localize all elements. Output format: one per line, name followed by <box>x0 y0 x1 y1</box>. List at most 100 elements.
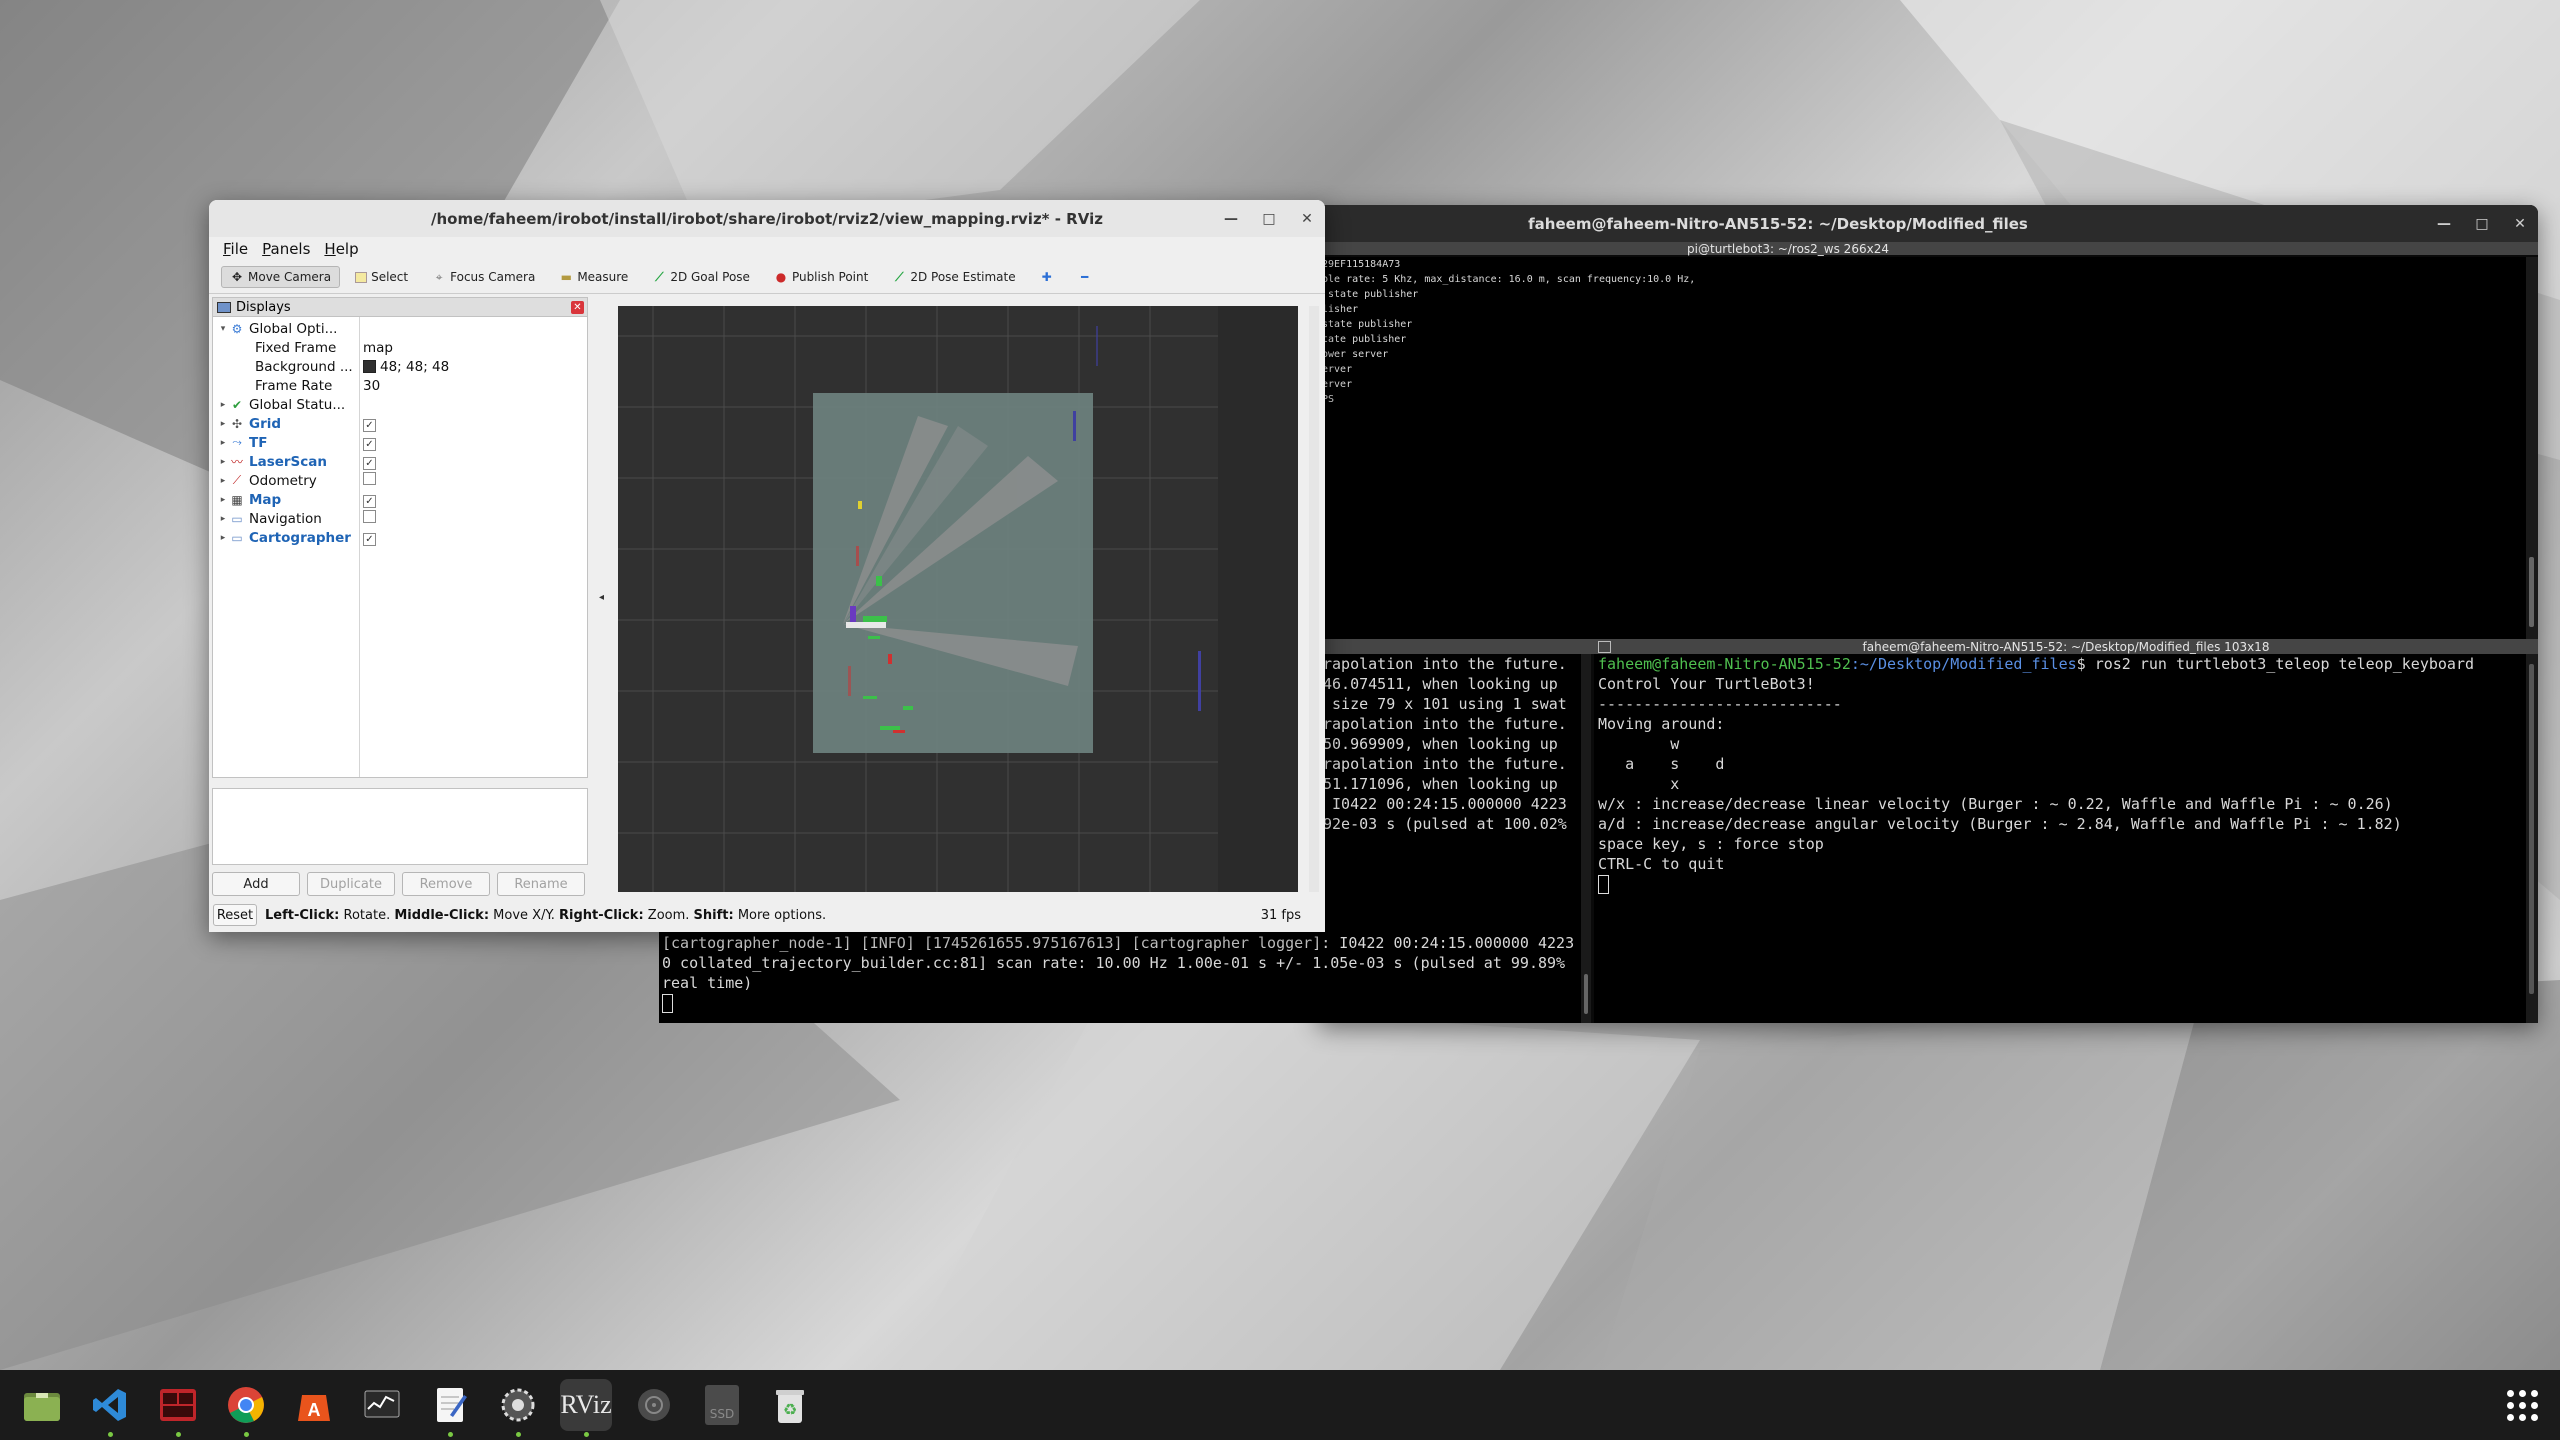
expand-right-icon[interactable]: ▸ <box>217 457 229 467</box>
log-pane[interactable]: [cartographer_node-1] [INFO] [1745261655… <box>659 927 1576 1023</box>
ssd-icon[interactable]: SSD <box>696 1379 748 1431</box>
display-buttons: Add Duplicate Remove Rename <box>212 872 588 896</box>
display-row[interactable]: ▸ ⟋ Odometry <box>213 471 585 490</box>
display-row[interactable]: ▸ ▭ Cartographer ✓ <box>213 528 585 547</box>
displays-tree[interactable]: ▾ ⚙ Global Opti... Fixed Frame map Background… <box>212 316 588 778</box>
minimize-icon[interactable]: — <box>1223 211 1239 227</box>
display-row[interactable]: Fixed Frame map <box>213 338 585 357</box>
pose-estimate-label: 2D Pose Estimate <box>910 270 1016 284</box>
chrome-icon[interactable] <box>220 1379 272 1437</box>
collapse-left-arrow-icon[interactable]: ◂ <box>599 592 604 603</box>
viewport-scrollbar[interactable] <box>1309 306 1319 892</box>
enable-checkbox[interactable]: ✓ <box>363 454 376 470</box>
top-pane-scrollbar[interactable] <box>2526 257 2538 639</box>
menu-panels[interactable]: Panels <box>262 240 310 258</box>
checkbox[interactable]: ✓ <box>363 456 376 470</box>
pose-estimate-tool[interactable]: ⟋ 2D Pose Estimate <box>883 266 1024 289</box>
display-value[interactable]: map <box>363 340 393 356</box>
move-camera-tool[interactable]: ✥ Move Camera <box>221 266 341 288</box>
display-row[interactable]: ▸ ▦ Map ✓ <box>213 490 585 509</box>
reset-button[interactable]: Reset <box>213 904 257 926</box>
left-pane-scrollbar[interactable] <box>1581 654 1591 1023</box>
rviz-icon[interactable]: RViz <box>560 1379 612 1437</box>
duplicate-display-button[interactable]: Duplicate <box>307 872 395 896</box>
maximize-icon[interactable]: □ <box>2474 216 2490 232</box>
checkbox[interactable]: ✓ <box>363 494 376 508</box>
checkbox[interactable]: ✓ <box>363 532 376 546</box>
right-pane-scrollbar[interactable] <box>2526 654 2538 1023</box>
taskbar: A RViz SSD ♻ <box>0 1370 2560 1440</box>
menu-help[interactable]: Help <box>324 240 358 258</box>
expand-right-icon[interactable]: ▸ <box>217 533 229 543</box>
settings-icon[interactable] <box>492 1379 544 1437</box>
terminal-top-pane[interactable]: 29EF115184A73 ple rate: 5 Khz, max_distan… <box>1318 257 2530 639</box>
expand-right-icon[interactable]: ▸ <box>217 419 229 429</box>
display-value[interactable]: 48; 48; 48 <box>363 359 449 375</box>
display-row[interactable]: Background ... 48; 48; 48 <box>213 357 585 376</box>
rviz-window[interactable]: /home/faheem/irobot/install/irobot/share… <box>209 200 1325 932</box>
expand-right-icon[interactable]: ▸ <box>217 476 229 486</box>
measure-tool[interactable]: ▬ Measure <box>550 266 637 288</box>
system-monitor-icon[interactable] <box>356 1379 408 1431</box>
checkbox[interactable]: ✓ <box>363 437 376 451</box>
enable-checkbox[interactable]: ✓ <box>363 435 376 451</box>
enable-checkbox[interactable]: ✓ <box>363 492 376 508</box>
display-row[interactable]: Frame Rate 30 <box>213 376 585 395</box>
text-editor-icon[interactable] <box>424 1379 476 1437</box>
display-row[interactable]: ▸ ✣ Grid ✓ <box>213 414 585 433</box>
enable-checkbox[interactable] <box>363 472 376 489</box>
expand-down-icon[interactable]: ▾ <box>217 324 229 334</box>
maximize-icon[interactable]: □ <box>1261 211 1277 227</box>
enable-checkbox[interactable]: ✓ <box>363 416 376 432</box>
3d-viewport[interactable] <box>618 306 1298 892</box>
close-panel-icon[interactable]: ✕ <box>571 300 584 314</box>
vscode-icon[interactable] <box>84 1379 136 1437</box>
map-pin-icon: ● <box>775 270 787 284</box>
files-icon[interactable] <box>16 1379 68 1431</box>
display-value[interactable]: 30 <box>363 378 380 394</box>
display-row[interactable]: ▾ ⚙ Global Opti... <box>213 319 585 338</box>
close-icon[interactable]: ✕ <box>1299 211 1315 227</box>
checkbox[interactable]: ✓ <box>363 418 376 432</box>
right-pane-cursor-line <box>1598 874 2528 894</box>
rviz-titlebar[interactable]: /home/faheem/irobot/install/irobot/share… <box>209 200 1325 237</box>
terminal-right-pane[interactable]: faheem@faheem-Nitro-AN515-52:~/Desktop/M… <box>1594 654 2528 1023</box>
expand-right-icon[interactable]: ▸ <box>217 400 229 410</box>
terminator-icon[interactable] <box>152 1379 204 1437</box>
top-pane-line: lisher <box>1322 304 1359 315</box>
disk-icon[interactable] <box>628 1379 680 1431</box>
close-icon[interactable]: ✕ <box>2512 216 2528 232</box>
trash-icon[interactable]: ♻ <box>764 1379 816 1431</box>
remove-display-button[interactable]: Remove <box>402 872 490 896</box>
show-apps-grid-icon[interactable] <box>2507 1390 2538 1421</box>
expand-right-icon[interactable]: ▸ <box>217 495 229 505</box>
display-row[interactable]: ▸ ▭ Navigation <box>213 509 585 528</box>
menu-file[interactable]: File <box>223 240 248 258</box>
display-label: Grid <box>249 415 282 432</box>
select-tool[interactable]: Select <box>346 266 417 288</box>
expand-right-icon[interactable]: ▸ <box>217 514 229 524</box>
publish-point-tool[interactable]: ● Publish Point <box>765 266 877 288</box>
focus-camera-tool[interactable]: ⌖ Focus Camera <box>423 266 544 289</box>
display-row[interactable]: ▸ 〰 LaserScan ✓ <box>213 452 585 471</box>
enable-checkbox[interactable] <box>363 510 376 527</box>
goal-pose-tool[interactable]: ⟋ 2D Goal Pose <box>643 266 759 289</box>
remove-tool-button[interactable]: ━ <box>1069 266 1101 288</box>
goal-arrow-icon: ⟋ <box>655 269 664 284</box>
checkbox[interactable] <box>363 472 376 485</box>
display-row[interactable]: ▸ ⤳ TF ✓ <box>213 433 585 452</box>
display-row[interactable]: ▸ ✔ Global Statu... <box>213 395 585 414</box>
terminal-titlebar[interactable]: faheem@faheem-Nitro-AN515-52: ~/Desktop/… <box>1318 205 2538 242</box>
focus-camera-icon: ⌖ <box>435 269 443 284</box>
enable-checkbox[interactable]: ✓ <box>363 530 376 546</box>
terminal-top-pane-header: pi@turtlebot3: ~/ros2_ws 266x24 <box>1318 241 2538 256</box>
app-center-icon[interactable]: A <box>288 1379 340 1431</box>
checkbox[interactable] <box>363 510 376 523</box>
terminator-window[interactable]: faheem@faheem-Nitro-AN515-52: ~/Desktop/… <box>1318 205 2538 1023</box>
top-pane-title: pi@turtlebot3: ~/ros2_ws 266x24 <box>1687 241 1889 256</box>
add-tool-button[interactable]: ✚ <box>1031 266 1063 288</box>
rename-display-button[interactable]: Rename <box>497 872 585 896</box>
add-display-button[interactable]: Add <box>212 872 300 896</box>
minimize-icon[interactable]: — <box>2436 216 2452 232</box>
expand-right-icon[interactable]: ▸ <box>217 438 229 448</box>
